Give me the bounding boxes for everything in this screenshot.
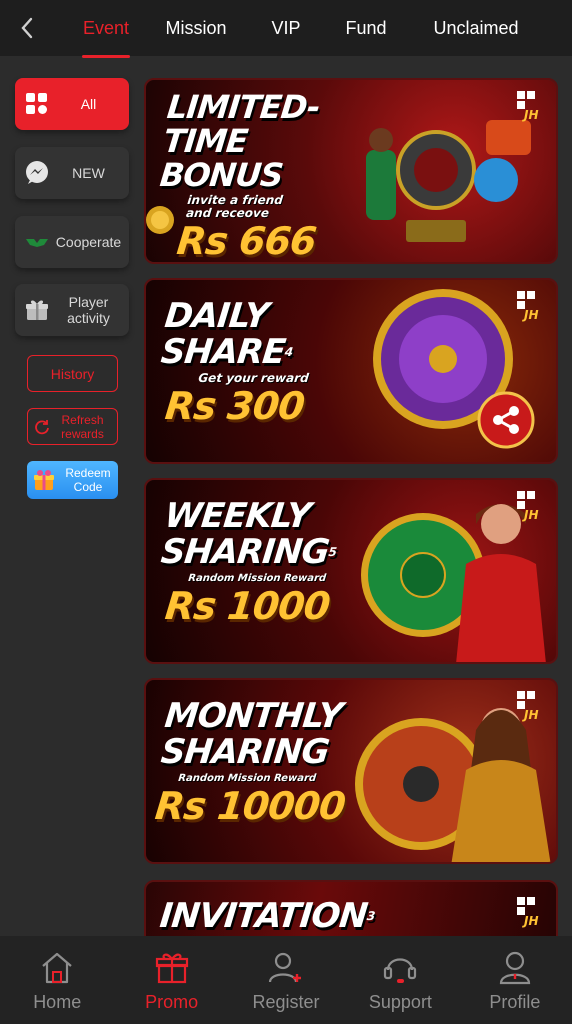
share-icon [477,391,535,449]
banner-number: 5 [327,545,337,559]
banner-number: 4 [284,345,293,359]
banner-invitation[interactable]: INVITATION3 JH [144,880,558,936]
gift-icon [155,953,188,984]
banner-number: 3 [366,909,375,923]
messenger-icon [22,158,52,188]
nav-label: Register [252,992,320,1012]
sidebar-item-label: Cooperate [55,234,122,250]
sidebar-item-label: NEW [72,165,105,181]
tab-event[interactable]: Event [66,0,146,58]
banner-title: MONTHLY SHARING [159,696,344,772]
nav-home[interactable]: Home [0,936,114,1024]
banner-amount: Rs 10000 [153,784,348,828]
sidebar-item-label: Player activity [67,294,110,326]
top-bar: Event Mission VIP Fund Unclaimed [0,0,572,58]
banner-weekly-sharing[interactable]: WEEKLY SHARING5 Random Mission Reward Rs… [144,478,558,664]
banner-title: INVITATION [157,896,369,936]
back-button[interactable] [12,12,42,44]
sidebar-item-cooperate[interactable]: Cooperate [15,216,129,268]
nav-register[interactable]: Register [229,936,343,1024]
svg-text:JH: JH [522,914,539,928]
coin-icon [146,206,174,234]
nav-label: Profile [489,992,541,1012]
banner-amount: Rs 666 [174,219,318,263]
headset-icon [384,958,417,983]
app-root: Event Mission VIP Fund Unclaimed All NEW… [0,0,572,1024]
svg-text:JH: JH [522,108,539,122]
banner-title-wrap: INVITATION3 [157,896,392,936]
gift-box-icon [34,470,54,490]
history-button[interactable]: History [27,355,118,392]
nav-promo[interactable]: Promo [114,936,228,1024]
banner-title: DAILY SHARE [159,296,287,372]
brand-logo-icon: JH [517,91,539,122]
tab-mission[interactable]: Mission [146,0,246,56]
banner-text: DAILY SHARE4 Get your reward Rs 300 [153,296,367,428]
banner-amount: Rs 300 [163,384,307,428]
banner-daily-share[interactable]: DAILY SHARE4 Get your reward Rs 300 JH [144,278,558,464]
bottom-navigation: Home Promo Register Support Profile [0,936,572,1024]
banner-text: WEEKLY SHARING5 Random Mission Reward Rs… [153,496,367,628]
tab-fund[interactable]: Fund [326,0,406,56]
banner-title: LIMITED-TIME BONUS [158,88,322,194]
redeem-code-button[interactable]: Redeem Code [27,461,118,499]
gift-icon [22,295,52,325]
user-icon [499,951,530,985]
refresh-label: Refresh rewards [61,412,104,441]
svg-text:JH: JH [522,508,539,522]
banner-amount: Rs 1000 [163,584,332,628]
home-icon [42,952,72,984]
nav-profile[interactable]: Profile [458,936,572,1024]
nav-label: Promo [145,992,199,1012]
cricket-player-illustration [366,120,531,242]
redeem-label: Redeem Code [65,466,111,494]
nav-support[interactable]: Support [343,936,457,1024]
sidebar-item-label: All [80,96,97,112]
sidebar: All NEW Cooperate Player activity Histor… [0,58,140,936]
grid-icon [22,89,52,119]
tab-bar: Event Mission VIP Fund Unclaimed [66,0,572,58]
brand-logo-icon: JH [517,691,539,722]
banner-monthly-sharing[interactable]: MONTHLY SHARING Random Mission Reward Rs… [144,678,558,864]
banner-text: MONTHLY SHARING Random Mission Reward Rs… [153,696,367,828]
banner-title-wrap: WEEKLY SHARING5 [159,496,367,572]
tab-vip[interactable]: VIP [246,0,326,56]
nav-label: Support [368,992,432,1012]
sidebar-item-player-activity[interactable]: Player activity [15,284,129,336]
banner-title-wrap: DAILY SHARE4 [159,296,367,372]
chevron-left-icon [21,17,33,39]
banner-title: WEEKLY SHARING [159,496,331,572]
svg-text:JH: JH [522,308,539,322]
add-user-icon [268,952,302,983]
nav-label: Home [33,992,82,1012]
brand-logo-icon: JH [517,491,539,522]
sidebar-item-new[interactable]: NEW [15,147,129,199]
refresh-icon [34,419,49,434]
brand-logo-icon: JH [517,291,539,322]
handshake-icon [22,227,52,257]
refresh-rewards-button[interactable]: Refresh rewards [27,408,118,445]
promo-list: LIMITED-TIME BONUS invite a friend and r… [140,58,572,936]
svg-text:JH: JH [522,708,539,722]
banner-text: LIMITED-TIME BONUS invite a friend and r… [151,88,369,263]
banner-text: INVITATION3 [157,896,392,936]
sidebar-item-all[interactable]: All [15,78,129,130]
brand-logo-icon: JH [517,897,539,928]
tab-unclaimed[interactable]: Unclaimed [406,0,546,56]
banner-limited-time-bonus[interactable]: LIMITED-TIME BONUS invite a friend and r… [144,78,558,264]
